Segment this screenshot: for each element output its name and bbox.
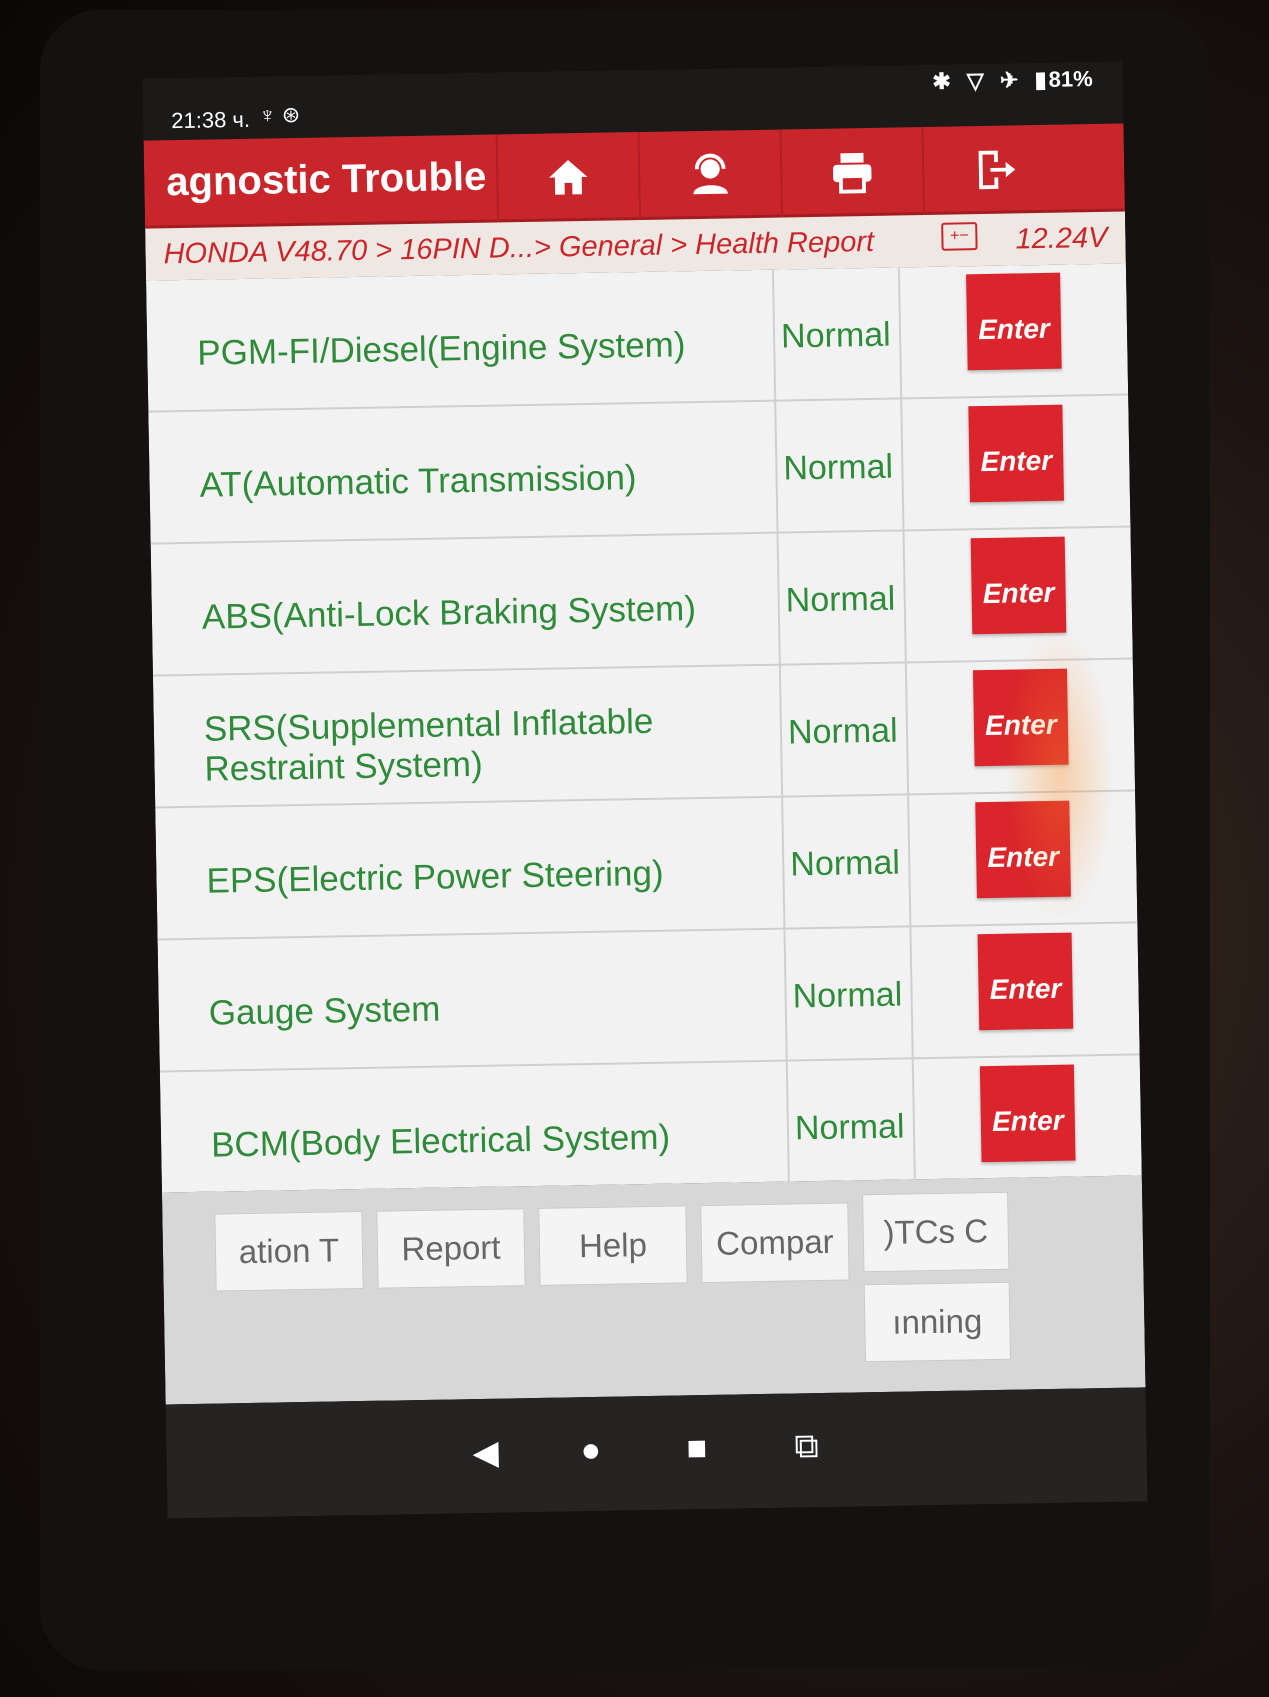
system-name: EPS(Electric Power Steering) [155, 797, 786, 939]
information-button[interactable]: ation T [214, 1210, 364, 1292]
enter-button[interactable]: Enter [975, 800, 1071, 899]
system-name: BCM(Body Electrical System) [159, 1061, 791, 1193]
back-icon[interactable]: ◀ [472, 1433, 499, 1473]
system-status: Normal [780, 663, 910, 796]
clock: 21:38 ч. [171, 106, 251, 134]
help-button[interactable]: Help [538, 1205, 688, 1286]
exit-button[interactable] [921, 124, 1065, 216]
system-list[interactable]: PGM-FI/Diesel(Engine System) Normal Ente… [146, 263, 1142, 1193]
system-name: ABS(Anti-Lock Braking System) [150, 533, 781, 675]
exit-icon [978, 150, 1016, 190]
home-icon [549, 159, 588, 195]
enter-button[interactable]: Enter [979, 1064, 1076, 1163]
report-button[interactable]: Report [376, 1208, 526, 1289]
system-status: Normal [783, 795, 912, 928]
notification-icons: ♆ ⊛ [258, 101, 301, 128]
system-name: PGM-FI/Diesel(Engine System) [146, 269, 777, 411]
list-item: BCM(Body Electrical System) Normal Enter [159, 1055, 1142, 1193]
home-button[interactable] [495, 132, 640, 223]
enter-button[interactable]: Enter [972, 668, 1069, 767]
system-status: Normal [773, 267, 903, 400]
system-name: SRS(Supplemental Inflatable Restraint Sy… [152, 665, 784, 807]
list-item: SRS(Supplemental Inflatable Restraint Sy… [152, 659, 1136, 809]
recents-icon[interactable]: ■ [686, 1429, 707, 1468]
function-bar: ation T Report Help Compar )TCs C ınning [161, 1175, 1146, 1405]
status-right: ✱ ▽ ✈ ▮81% [922, 66, 1093, 95]
bluetooth-icon: ✱ [932, 68, 952, 94]
enter-button[interactable]: Enter [977, 932, 1074, 1031]
list-item: EPS(Electric Power Steering) Normal Ente… [155, 791, 1138, 941]
tablet-screen: 21:38 ч. ♆ ⊛ ✱ ▽ ✈ ▮81% agnostic Trouble [142, 61, 1148, 1519]
battery-level: 81% [1048, 66, 1093, 92]
screenshot-icon[interactable]: ⧉ [794, 1427, 819, 1466]
enter-button[interactable]: Enter [966, 272, 1062, 371]
system-status: Normal [785, 927, 914, 1060]
system-name: Gauge System [157, 929, 788, 1071]
battery-voltage-icon: +− [941, 222, 978, 251]
android-nav-bar: ◀ ● ■ ⧉ [165, 1387, 1148, 1519]
print-button[interactable] [779, 127, 924, 218]
dtcs-button[interactable]: )TCs C [862, 1191, 1010, 1273]
list-item: ABS(Anti-Lock Braking System) Normal Ent… [150, 527, 1133, 677]
page-title: agnostic Trouble [165, 154, 487, 205]
enter-button[interactable]: Enter [968, 404, 1065, 503]
system-status: Normal [778, 531, 907, 664]
list-item: Gauge System Normal Enter [157, 923, 1140, 1073]
system-status: Normal [776, 399, 905, 532]
breadcrumb-path[interactable]: HONDA V48.70 > 16PIN D...> General > Hea… [163, 226, 874, 271]
system-status: Normal [787, 1059, 917, 1192]
support-button[interactable] [637, 129, 782, 221]
home-nav-icon[interactable]: ● [580, 1431, 601, 1470]
app-header: agnostic Trouble [143, 123, 1125, 229]
printer-icon [833, 152, 872, 194]
enter-button[interactable]: Enter [970, 536, 1067, 635]
list-item: AT(Automatic Transmission) Normal Enter [148, 395, 1131, 545]
user-support-icon [693, 153, 728, 195]
signal-icon: ▽ [966, 67, 985, 94]
battery-icon: ▮ [1034, 66, 1047, 93]
header-toolbar [495, 124, 1065, 223]
scanning-button[interactable]: ınning [863, 1281, 1011, 1363]
voltage-readout: 12.24V [1015, 221, 1108, 256]
system-name: AT(Automatic Transmission) [148, 401, 779, 543]
airplane-mode-icon: ✈ [999, 67, 1019, 93]
compare-button[interactable]: Compar [700, 1202, 850, 1284]
list-item: PGM-FI/Diesel(Engine System) Normal Ente… [146, 263, 1129, 413]
